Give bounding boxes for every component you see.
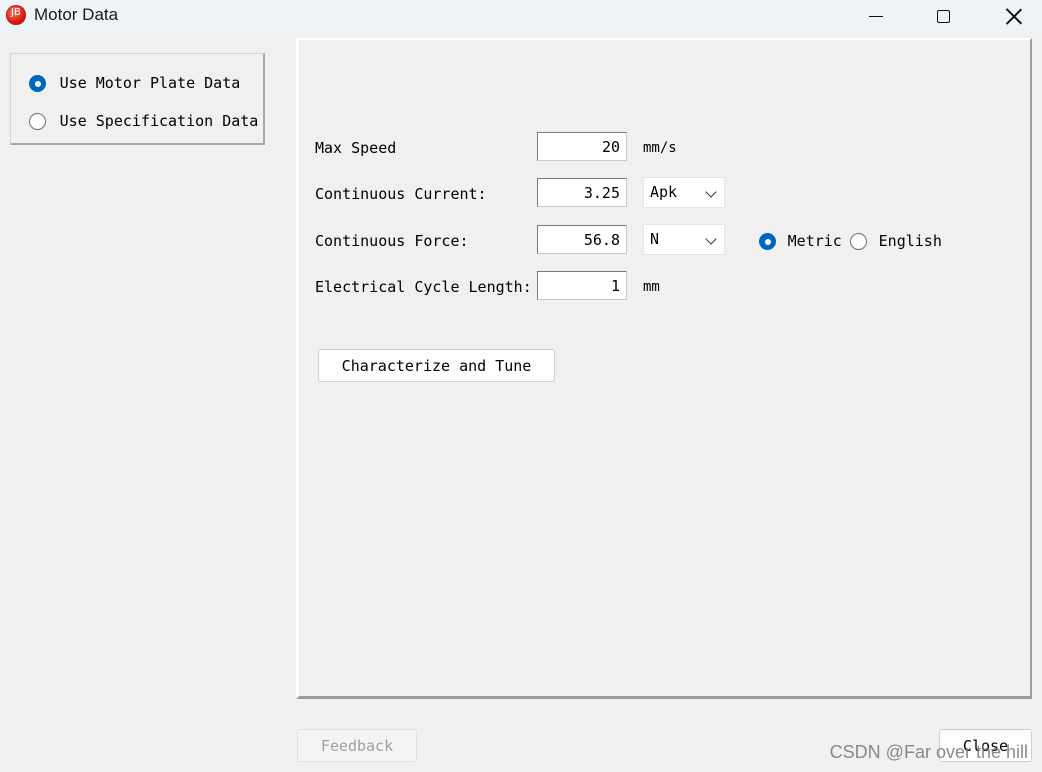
watermark-text: CSDN @Far over the hill	[829, 742, 1028, 762]
metric-option[interactable]: Metric	[759, 231, 842, 250]
close-window-button[interactable]	[984, 0, 1042, 32]
motor-plate-label: Use Motor Plate Data	[59, 74, 241, 92]
force-unit-value: N	[650, 230, 660, 248]
force-unit-select[interactable]: N	[643, 224, 725, 255]
title-bar: JB Motor Data	[0, 0, 1042, 32]
use-specification-data-option[interactable]: Use Specification Data	[29, 111, 258, 130]
electrical-cycle-length-input[interactable]	[537, 271, 627, 300]
continuous-force-input[interactable]	[537, 225, 627, 254]
max-speed-label: Max Speed	[315, 139, 397, 157]
minimize-icon	[869, 15, 883, 17]
electrical-cycle-length-label: Electrical Cycle Length:	[315, 278, 532, 296]
maximize-button[interactable]	[913, 0, 973, 32]
window-title: Motor Data	[34, 5, 119, 24]
metric-label: Metric	[787, 232, 842, 250]
english-option[interactable]: English	[850, 231, 942, 250]
current-unit-value: Apk	[650, 183, 678, 201]
motor-plate-radio[interactable]	[29, 75, 46, 92]
feedback-button[interactable]: Feedback	[297, 729, 417, 762]
metric-radio[interactable]	[759, 233, 776, 250]
data-source-group: Use Motor Plate Data Use Specification D…	[10, 53, 265, 145]
close-icon	[1006, 8, 1022, 24]
chevron-down-icon	[705, 186, 717, 198]
maximize-icon	[936, 9, 950, 23]
characterize-and-tune-button[interactable]: Characterize and Tune	[318, 349, 555, 382]
current-unit-select[interactable]: Apk	[643, 177, 725, 208]
use-motor-plate-data-option[interactable]: Use Motor Plate Data	[29, 73, 240, 92]
continuous-current-input[interactable]	[537, 178, 627, 207]
minimize-button[interactable]	[846, 0, 906, 32]
continuous-current-label: Continuous Current:	[315, 185, 487, 203]
chevron-down-icon	[705, 233, 717, 245]
specification-radio[interactable]	[29, 113, 46, 130]
english-label: English	[878, 232, 942, 250]
app-logo-icon: JB	[6, 5, 26, 25]
max-speed-unit: mm/s	[643, 140, 677, 156]
electrical-cycle-length-unit: mm	[643, 279, 660, 295]
specification-label: Use Specification Data	[59, 112, 259, 130]
english-radio[interactable]	[850, 233, 867, 250]
max-speed-input[interactable]	[537, 132, 627, 161]
continuous-force-label: Continuous Force:	[315, 232, 469, 250]
